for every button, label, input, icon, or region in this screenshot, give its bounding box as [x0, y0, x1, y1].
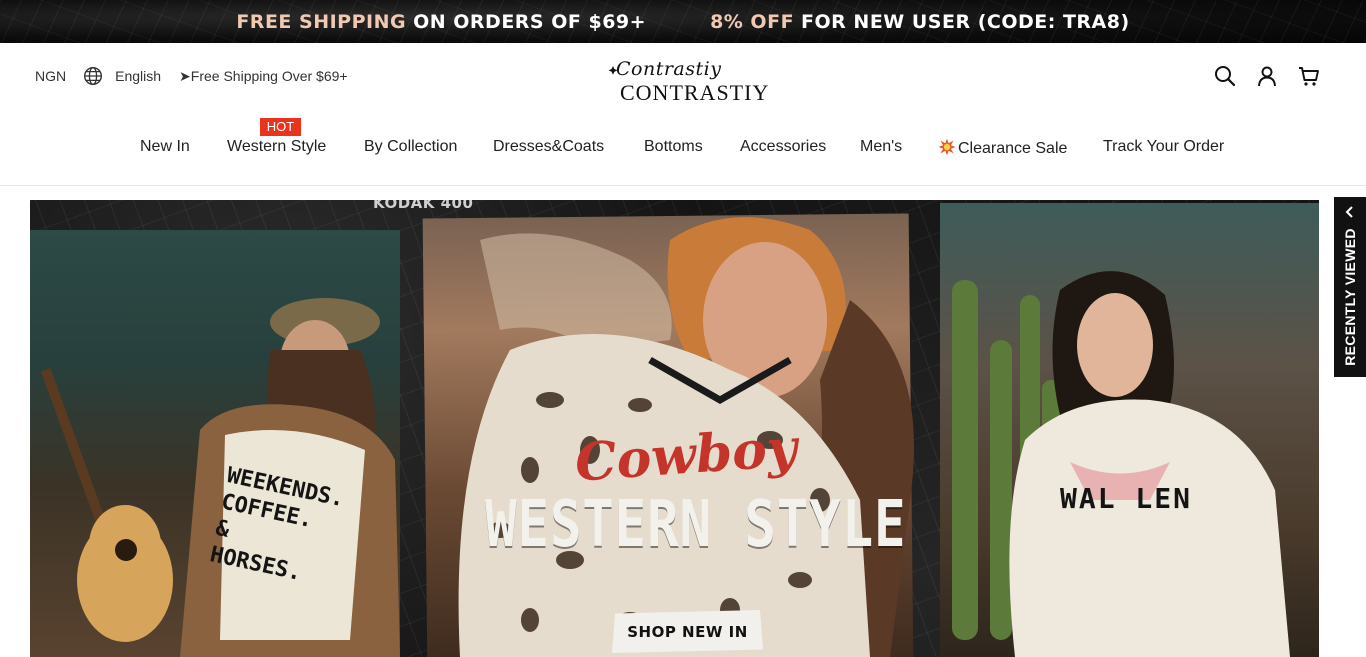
- nav-item-western-style[interactable]: Western Style: [227, 138, 326, 156]
- promo-text: ON ORDERS OF $69+: [413, 10, 647, 33]
- hot-badge: HOT: [260, 118, 301, 136]
- shop-new-in-button[interactable]: SHOP NEW IN: [612, 610, 763, 653]
- nav-item-new-in[interactable]: New In: [140, 138, 190, 156]
- free-shipping-note[interactable]: ➤Free Shipping Over $69+: [179, 68, 348, 85]
- promo-free-shipping: FREE SHIPPING ON ORDERS OF $69+: [236, 11, 646, 33]
- promo-highlight: 8% OFF: [710, 10, 795, 33]
- promo-highlight: FREE SHIPPING: [236, 10, 407, 33]
- recently-viewed-label: RECENTLY VIEWED: [1342, 228, 1358, 366]
- guitar-illustration: [40, 368, 173, 642]
- globe-icon[interactable]: [83, 66, 103, 86]
- logo-wordmark: CONTRASTIY: [620, 80, 770, 105]
- nav-item-accessories[interactable]: Accessories: [740, 138, 826, 156]
- site-logo[interactable]: Contrastiy CONTRASTIY: [596, 56, 772, 105]
- header-utility: NGN English ➤Free Shipping Over $69+: [35, 66, 348, 86]
- promo-text: FOR NEW USER (CODE: TRA8): [801, 10, 1130, 33]
- nav-item-by-collection[interactable]: By Collection: [364, 138, 457, 156]
- nav-item-bottoms[interactable]: Bottoms: [644, 138, 703, 156]
- promo-bar: FREE SHIPPING ON ORDERS OF $69+ 8% OFF F…: [0, 0, 1366, 43]
- cart-icon[interactable]: [1297, 64, 1321, 88]
- search-icon[interactable]: [1213, 64, 1237, 88]
- chevron-left-icon: [1345, 206, 1353, 218]
- nav-item-mens[interactable]: Men's: [860, 138, 902, 156]
- clearance-sale-label: Clearance Sale: [958, 140, 1068, 157]
- nav-item-track-order[interactable]: Track Your Order: [1103, 138, 1224, 156]
- recently-viewed-tab[interactable]: RECENTLY VIEWED: [1334, 197, 1366, 377]
- account-icon[interactable]: [1255, 64, 1279, 88]
- right-model: [1009, 271, 1290, 657]
- logo-script: Contrastiy: [616, 58, 722, 80]
- currency-selector[interactable]: NGN: [35, 68, 66, 84]
- film-mark: KODAK 400: [373, 200, 474, 212]
- promo-new-user: 8% OFF FOR NEW USER (CODE: TRA8): [710, 11, 1130, 33]
- nav-item-dresses-coats[interactable]: Dresses&Coats: [493, 138, 604, 156]
- nav-item-clearance-sale[interactable]: Clearance Sale: [938, 138, 1067, 158]
- explosion-icon: [938, 138, 956, 156]
- hero-title: WESTERN STYLE: [485, 488, 907, 562]
- language-selector[interactable]: English: [115, 68, 161, 84]
- header-icons: [1213, 64, 1321, 88]
- main-nav: New In Western Style By Collection Dress…: [0, 138, 1366, 162]
- hero-banner[interactable]: KODAK 400 WEEKENDS. COFFEE. & HORSES. Co…: [30, 200, 1319, 657]
- header-divider: [0, 185, 1366, 186]
- tee-slogan-right: WAL LEN: [1060, 482, 1193, 515]
